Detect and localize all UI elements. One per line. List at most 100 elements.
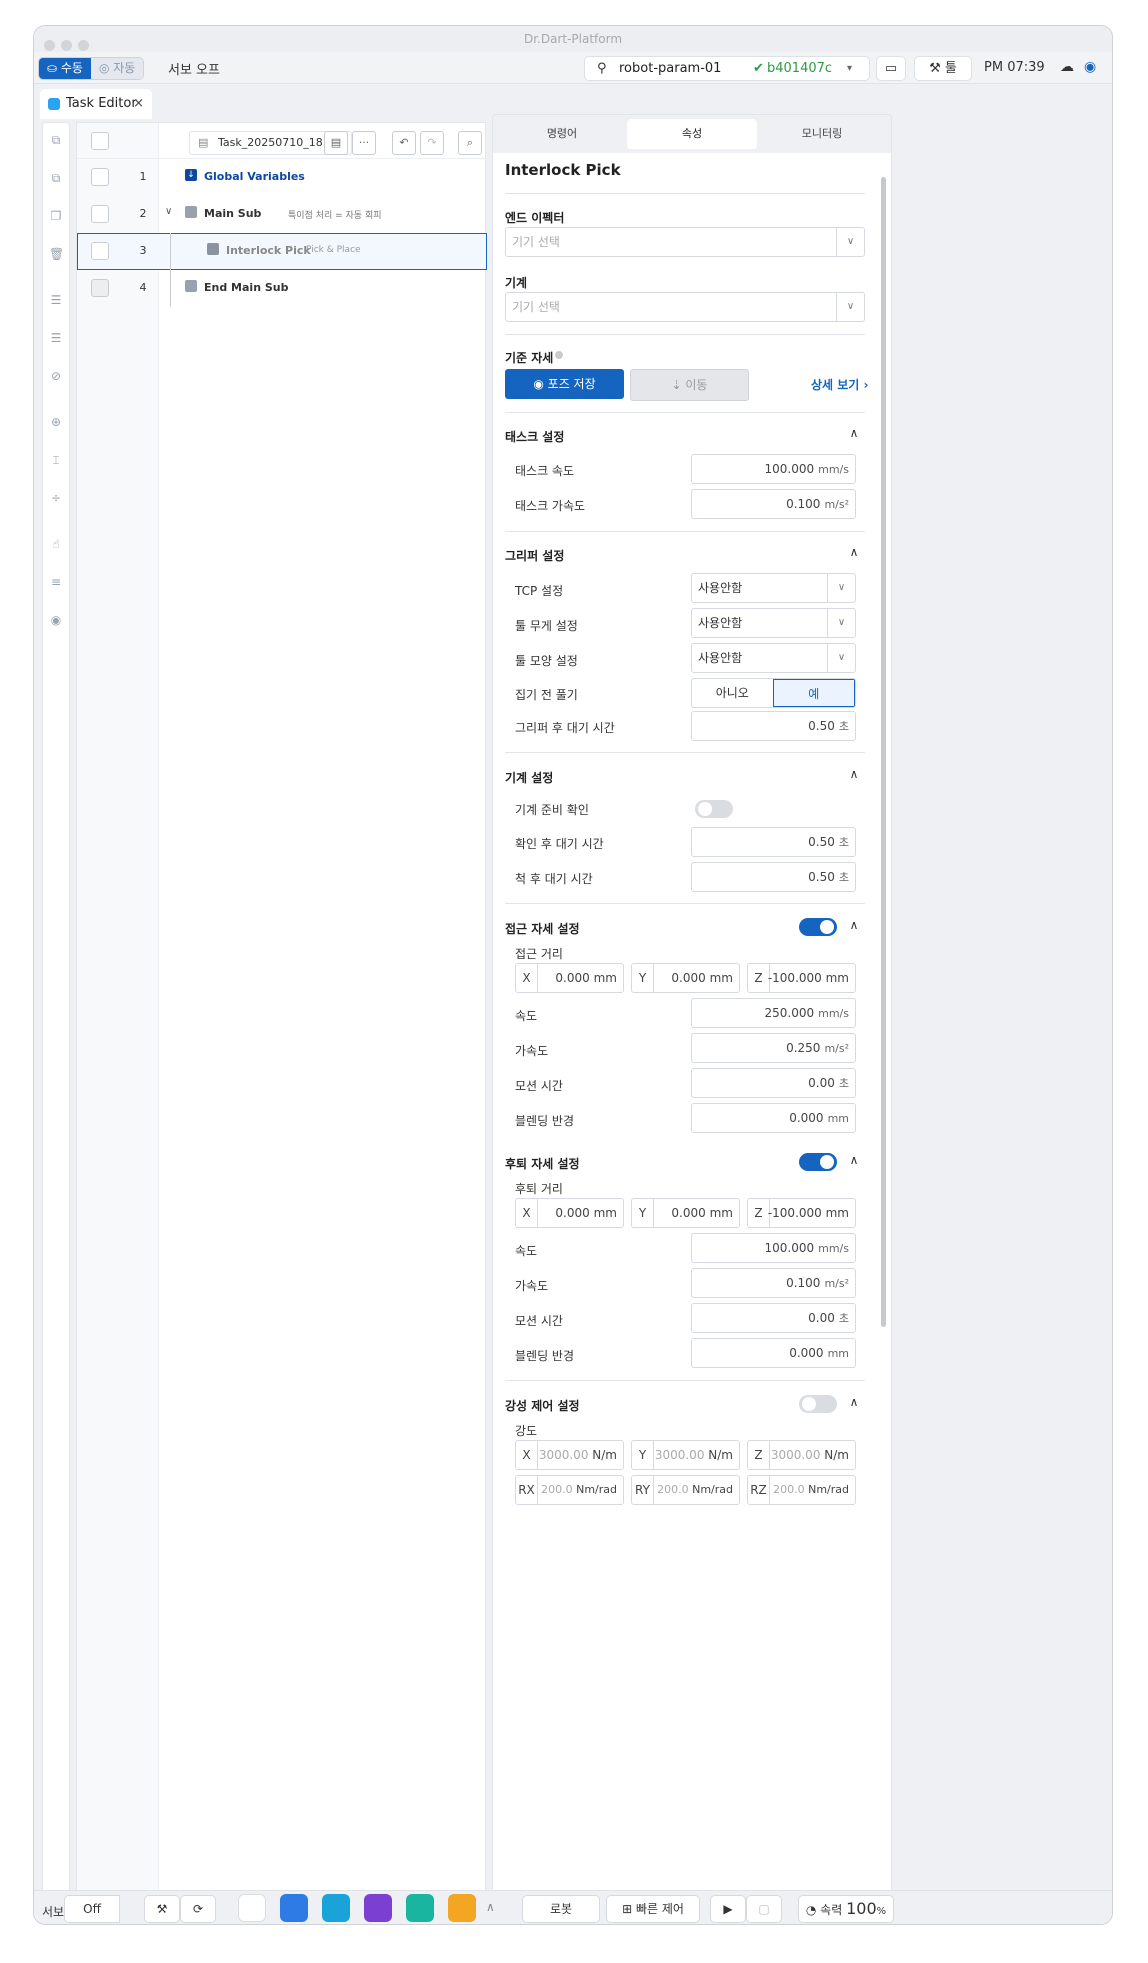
disable-icon[interactable]: ⊘	[49, 369, 63, 383]
doc-app-icon[interactable]	[322, 1894, 350, 1922]
scrollbar[interactable]	[881, 177, 886, 1327]
approach-toggle[interactable]	[799, 918, 837, 936]
tree-row[interactable]: 3 Interlock Pick Pick & Place	[77, 233, 487, 270]
robot-button[interactable]: 로봇	[522, 1895, 600, 1923]
tool-shape-select[interactable]: 사용안함 ∨	[691, 643, 856, 673]
approach-accel-input[interactable]: 0.250 m/s²	[691, 1033, 856, 1063]
dial-app-icon[interactable]	[364, 1894, 392, 1922]
record-icon[interactable]: ◉	[49, 613, 63, 627]
tab-task-editor[interactable]: Task Editor ×	[40, 89, 152, 119]
save-button[interactable]: ▤	[324, 131, 348, 155]
tool-weight-select[interactable]: 사용안함 ∨	[691, 608, 856, 638]
sync-button[interactable]: ⟳	[180, 1895, 216, 1923]
split-icon[interactable]: ÷	[49, 491, 63, 505]
target-icon[interactable]: ⊕	[49, 415, 63, 429]
status-icon[interactable]: ◉	[1084, 59, 1096, 75]
redo-button[interactable]: ↷	[420, 131, 444, 155]
speed-control[interactable]: ◔ 속력 100%	[798, 1895, 894, 1923]
chevron-up-icon[interactable]: ∧	[847, 1395, 861, 1409]
release-toggle[interactable]: 아니오 예	[691, 678, 856, 708]
detail-link[interactable]: 상세 보기 ›	[811, 376, 868, 393]
mode-switch[interactable]: ⛀ 수동 ◎ 자동	[38, 57, 145, 80]
align-icon[interactable]: ⌶	[49, 453, 63, 467]
indent-icon[interactable]: ☰	[49, 293, 63, 307]
retreat-time-input[interactable]: 0.00 초	[691, 1303, 856, 1333]
retreat-blend-input[interactable]: 0.000 mm	[691, 1338, 856, 1368]
retreat-accel-input[interactable]: 0.100 m/s²	[691, 1268, 856, 1298]
save-pose-button[interactable]: ◉ 포즈 저장	[505, 369, 624, 399]
list-icon[interactable]: ≡	[49, 575, 63, 589]
retreat-toggle[interactable]	[799, 1153, 837, 1171]
row-checkbox[interactable]	[91, 242, 109, 260]
retreat-x-input[interactable]: X 0.000 mm	[515, 1198, 624, 1228]
more-button[interactable]: ···	[352, 131, 376, 155]
approach-x-input[interactable]: X 0.000 mm	[515, 963, 624, 993]
row-checkbox[interactable]	[91, 205, 109, 223]
stiffness-y-input[interactable]: Y 3000.00 N/m	[631, 1440, 740, 1470]
robot-app-icon[interactable]	[280, 1894, 308, 1922]
outdent-icon[interactable]: ☰	[49, 331, 63, 345]
approach-blend-input[interactable]: 0.000 mm	[691, 1103, 856, 1133]
retreat-z-input[interactable]: Z -100.000 mm	[747, 1198, 856, 1228]
chuck-wait-input[interactable]: 0.50 초	[691, 862, 856, 892]
servo-off-button[interactable]: Off	[64, 1895, 120, 1923]
wrench-button[interactable]: ⚒	[144, 1895, 180, 1923]
robot-selector[interactable]: ⚲ robot-param-01 ✔ b401407c ▾	[584, 56, 870, 81]
chevron-up-icon[interactable]: ∧	[847, 1153, 861, 1167]
mode-manual[interactable]: ⛀ 수동	[39, 58, 91, 79]
end-effector-select[interactable]: 기기 선택 ∨	[505, 227, 865, 257]
tree-row[interactable]: 4 End Main Sub	[77, 270, 487, 307]
quick-control-button[interactable]: ⊞ 빠른 제어	[606, 1895, 700, 1923]
stiffness-rx-input[interactable]: RX 200.0 Nm/rad	[515, 1475, 624, 1505]
machine-select[interactable]: 기기 선택 ∨	[505, 292, 865, 322]
hand-icon[interactable]: ☝	[49, 537, 63, 551]
stiffness-x-input[interactable]: X 3000.00 N/m	[515, 1440, 624, 1470]
mode-auto[interactable]: ◎ 자동	[90, 58, 144, 79]
retreat-speed-input[interactable]: 100.000 mm/s	[691, 1233, 856, 1263]
select-all-checkbox[interactable]	[91, 132, 109, 150]
tab-monitoring[interactable]: 모니터링	[757, 119, 887, 149]
home-app-icon[interactable]	[238, 1894, 266, 1922]
tab-properties[interactable]: 속성	[627, 119, 757, 149]
chevron-up-icon[interactable]: ∧	[847, 426, 861, 440]
cloud-icon[interactable]: ☁	[1060, 59, 1074, 75]
chevron-up-icon[interactable]: ∧	[847, 767, 861, 781]
tcp-select[interactable]: 사용안함 ∨	[691, 573, 856, 603]
chevron-up-icon[interactable]: ∧	[486, 1900, 495, 1914]
row-checkbox[interactable]	[91, 168, 109, 186]
row-checkbox[interactable]	[91, 279, 109, 297]
tree-row[interactable]: 2 ∨ Main Sub 특이점 처리 = 자동 회피	[77, 196, 487, 233]
retreat-y-input[interactable]: Y 0.000 mm	[631, 1198, 740, 1228]
copy-icon[interactable]: ⧉	[49, 133, 63, 147]
move-button[interactable]: ⇣ 이동	[630, 369, 749, 401]
stiffness-ry-input[interactable]: RY 200.0 Nm/rad	[631, 1475, 740, 1505]
task-speed-input[interactable]: 100.000 mm/s	[691, 454, 856, 484]
stiffness-rz-input[interactable]: RZ 200.0 Nm/rad	[747, 1475, 856, 1505]
close-tab-button[interactable]: ×	[133, 89, 144, 119]
approach-speed-input[interactable]: 250.000 mm/s	[691, 998, 856, 1028]
approach-time-input[interactable]: 0.00 초	[691, 1068, 856, 1098]
folder-button[interactable]: ▭	[876, 56, 906, 81]
tool-button[interactable]: ⚒ 툴	[914, 56, 972, 81]
chevron-down-icon[interactable]: ∨	[165, 206, 172, 217]
note-app-icon[interactable]	[448, 1894, 476, 1922]
search-button[interactable]: ⌕	[458, 131, 482, 155]
gripper-wait-input[interactable]: 0.50 초	[691, 711, 856, 741]
confirm-wait-input[interactable]: 0.50 초	[691, 827, 856, 857]
yes-option[interactable]: 예	[772, 679, 855, 707]
task-accel-input[interactable]: 0.100 m/s²	[691, 489, 856, 519]
tab-commands[interactable]: 명령어	[497, 119, 627, 149]
compliance-toggle[interactable]	[799, 1395, 837, 1413]
machine-ready-toggle[interactable]	[695, 800, 733, 818]
play-button[interactable]: ▶	[710, 1895, 746, 1923]
tree-row[interactable]: 1 ↓ Global Variables	[77, 159, 487, 196]
undo-button[interactable]: ↶	[392, 131, 416, 155]
paste-icon[interactable]: ⧉	[49, 171, 63, 185]
duplicate-icon[interactable]: ❐	[49, 209, 63, 223]
monitor-app-icon[interactable]	[406, 1894, 434, 1922]
stop-button[interactable]: ▢	[746, 1895, 782, 1923]
approach-y-input[interactable]: Y 0.000 mm	[631, 963, 740, 993]
no-option[interactable]: 아니오	[692, 679, 773, 707]
chevron-up-icon[interactable]: ∧	[847, 918, 861, 932]
trash-icon[interactable]: 🗑	[49, 247, 64, 261]
